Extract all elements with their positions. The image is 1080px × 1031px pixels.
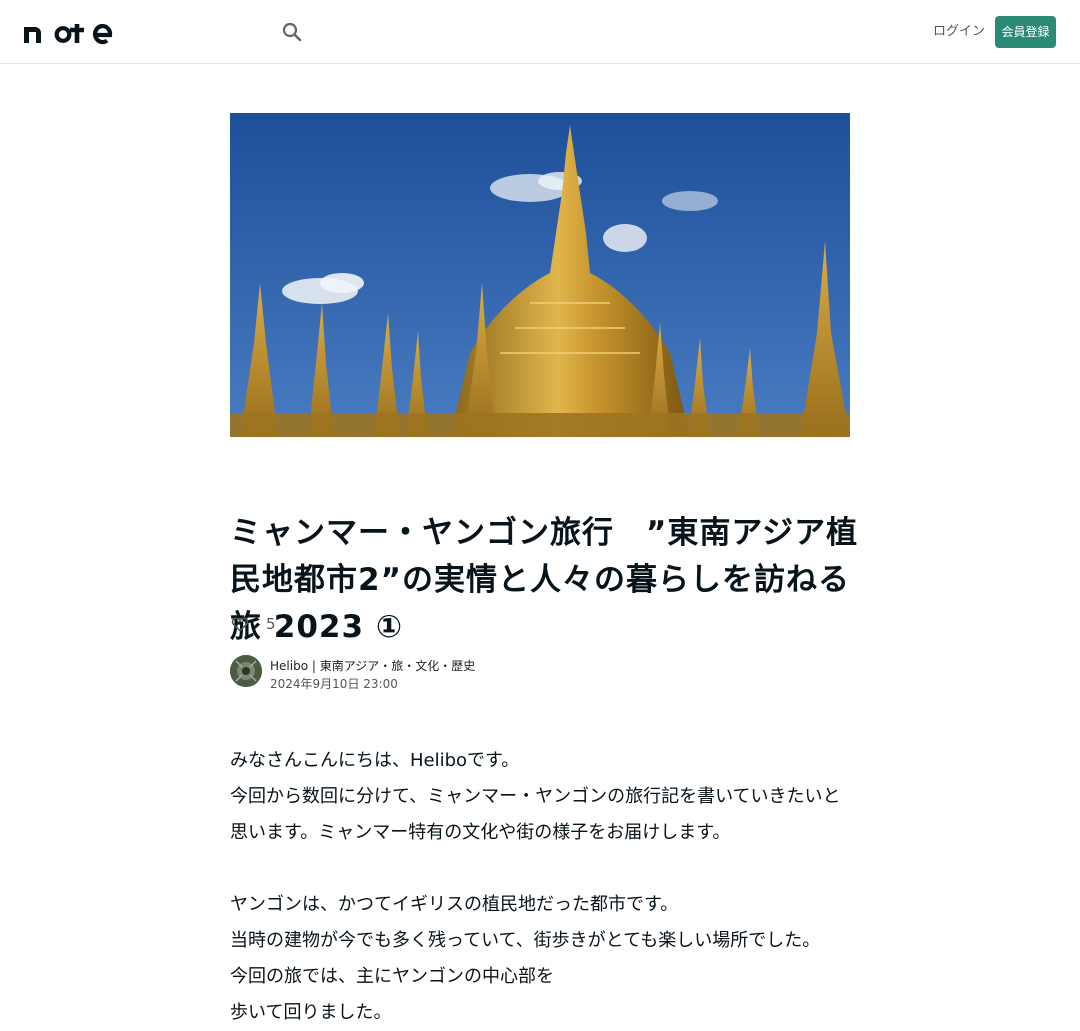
body-paragraph [230, 851, 850, 887]
body-paragraph: ヤンゴンは、かつてイギリスの植民地だった都市です。 [230, 894, 679, 915]
article-title: ミャンマー・ヤンゴン旅行 ”東南アジア植民地都市2”の実情と人々の暮らしを訪ねる… [230, 515, 859, 645]
search-icon [282, 22, 302, 42]
heart-icon[interactable] [230, 614, 250, 634]
body-paragraph: 今回の旅では、主にヤンゴンの中心部を [230, 966, 554, 987]
post-date: 2024年9月10日 23:00 [270, 677, 398, 691]
login-link[interactable]: ログイン [933, 24, 985, 40]
like-section: 5 [230, 614, 276, 634]
pagoda-photo [230, 113, 850, 437]
search-button[interactable] [280, 20, 304, 44]
hero-image [230, 113, 850, 437]
body-paragraph: みなさんこんにちは、Heliboです。 [230, 750, 520, 771]
avatar-image [230, 655, 262, 687]
note-logo[interactable] [24, 19, 124, 45]
body-paragraph: 歩いて回りました。 [230, 1002, 392, 1023]
body-paragraph: 当時の建物が今でも多く残っていて、街歩きがとても楽しい場所でした。 [230, 930, 821, 951]
like-count: 5 [266, 615, 276, 633]
note-logo-mark [24, 23, 113, 45]
author-name[interactable]: Helibo | 東南アジア・旅・文化・歴史 [270, 657, 475, 674]
body-paragraph: 今回から数回に分けて、ミャンマー・ヤンゴンの旅行記を書いていきたいと思います。ミ… [230, 786, 841, 843]
article-body: みなさんこんにちは、Heliboです。 今回から数回に分けて、ミャンマー・ヤンゴ… [230, 743, 850, 1031]
avatar[interactable] [230, 655, 262, 687]
signup-button[interactable]: 会員登録 [995, 16, 1056, 48]
top-header: ログイン 会員登録 [0, 0, 1080, 64]
